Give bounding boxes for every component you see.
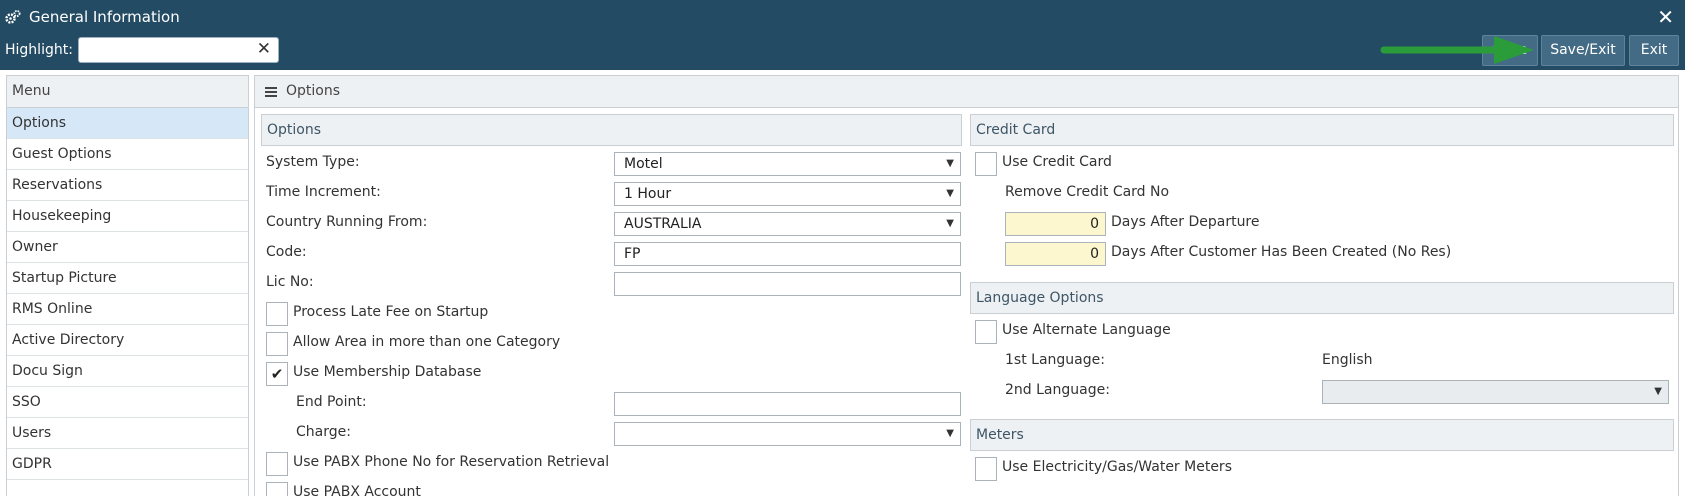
clear-icon[interactable]: ✕: [257, 39, 271, 59]
window-title: General Information: [29, 8, 180, 26]
use-meters-checkbox[interactable]: [975, 457, 997, 481]
sidebar-item-users[interactable]: Users: [7, 418, 248, 449]
remove-credit-card-label: Remove Credit Card No: [1005, 184, 1170, 200]
credit-card-section-header: Credit Card: [970, 114, 1674, 146]
end-point-input[interactable]: [614, 392, 961, 416]
end-point-label: End Point:: [296, 394, 367, 410]
use-credit-card-checkbox[interactable]: [975, 152, 997, 176]
sidebar-menu: Menu Options Guest Options Reservations …: [6, 75, 249, 496]
checkmark-icon: ✔: [270, 365, 284, 383]
exit-button[interactable]: Exit: [1629, 35, 1679, 66]
system-type-value: Motel: [624, 156, 663, 172]
sidebar-item-reservations[interactable]: Reservations: [7, 170, 248, 201]
use-pabx-phone-checkbox[interactable]: [266, 452, 288, 476]
days-after-departure-input[interactable]: 0: [1005, 212, 1106, 236]
days-after-created-label: Days After Customer Has Been Created (No…: [1111, 244, 1452, 260]
highlight-field: ✕: [78, 37, 279, 63]
sidebar-item-housekeeping[interactable]: Housekeeping: [7, 201, 248, 232]
sidebar-item-active-directory[interactable]: Active Directory: [7, 325, 248, 356]
time-increment-label: Time Increment:: [266, 184, 381, 200]
sidebar-item-gdpr[interactable]: GDPR: [7, 449, 248, 480]
second-language-label: 2nd Language:: [1005, 382, 1110, 398]
time-increment-select[interactable]: 1 Hour ▼: [614, 182, 961, 206]
charge-select[interactable]: ▼: [614, 422, 961, 446]
lic-no-input[interactable]: [614, 272, 961, 296]
main-panel: Options Options System Type: Motel ▼ Tim…: [254, 75, 1679, 496]
first-language-value: English: [1322, 352, 1373, 368]
use-alternate-language-checkbox[interactable]: [975, 320, 997, 344]
system-type-label: System Type:: [266, 154, 360, 170]
days-after-created-input[interactable]: 0: [1005, 242, 1106, 266]
use-alternate-language-label: Use Alternate Language: [1002, 322, 1171, 338]
second-language-select[interactable]: ▼: [1322, 380, 1669, 404]
use-pabx-account-label: Use PABX Account: [293, 484, 421, 496]
save-exit-button[interactable]: Save/Exit: [1541, 35, 1625, 66]
dropdown-caret-icon: ▼: [1654, 386, 1662, 397]
dropdown-caret-icon: ▼: [946, 218, 954, 229]
days-after-departure-label: Days After Departure: [1111, 214, 1260, 230]
dropdown-caret-icon: ▼: [946, 188, 954, 199]
use-membership-label: Use Membership Database: [293, 364, 482, 380]
code-label: Code:: [266, 244, 307, 260]
use-pabx-phone-label: Use PABX Phone No for Reservation Retrie…: [293, 454, 610, 470]
use-pabx-account-checkbox[interactable]: [266, 482, 288, 496]
system-type-select[interactable]: Motel ▼: [614, 152, 961, 176]
sidebar-item-startup-picture[interactable]: Startup Picture: [7, 263, 248, 294]
sidebar-item-sso[interactable]: SSO: [7, 387, 248, 418]
dropdown-caret-icon: ▼: [946, 158, 954, 169]
toolbar: Highlight: ✕ Save Save/Exit Exit: [0, 35, 1685, 70]
use-membership-checkbox[interactable]: ✔: [266, 362, 288, 386]
highlight-label: Highlight:: [5, 42, 73, 58]
dropdown-caret-icon: ▼: [946, 428, 954, 439]
charge-label: Charge:: [296, 424, 351, 440]
highlight-input[interactable]: [79, 38, 249, 62]
language-options-section-header: Language Options: [970, 282, 1674, 314]
main-header: Options: [255, 76, 1678, 108]
hamburger-icon[interactable]: [265, 87, 277, 97]
process-late-fee-checkbox[interactable]: [266, 302, 288, 326]
use-credit-card-label: Use Credit Card: [1002, 154, 1112, 170]
close-icon[interactable]: ✕: [1657, 5, 1674, 29]
meters-section-header: Meters: [970, 419, 1674, 451]
allow-area-label: Allow Area in more than one Category: [293, 334, 561, 350]
sidebar-item-docu-sign[interactable]: Docu Sign: [7, 356, 248, 387]
code-input[interactable]: FP: [614, 242, 961, 266]
main-title: Options: [286, 83, 341, 99]
general-information-window: General Information ✕ Highlight: ✕ Save …: [0, 0, 1685, 496]
title-bar: General Information ✕: [0, 0, 1685, 35]
country-value: AUSTRALIA: [624, 216, 702, 232]
gears-icon: [5, 10, 21, 24]
lic-no-label: Lic No:: [266, 274, 314, 290]
save-button[interactable]: Save: [1482, 35, 1538, 66]
sidebar-item-options[interactable]: Options: [7, 108, 248, 139]
time-increment-value: 1 Hour: [624, 186, 672, 202]
sidebar-item-rms-online[interactable]: RMS Online: [7, 294, 248, 325]
allow-area-checkbox[interactable]: [266, 332, 288, 356]
use-meters-label: Use Electricity/Gas/Water Meters: [1002, 459, 1232, 475]
menu-header: Menu: [7, 76, 248, 108]
sidebar-item-guest-options[interactable]: Guest Options: [7, 139, 248, 170]
country-label: Country Running From:: [266, 214, 428, 230]
process-late-fee-label: Process Late Fee on Startup: [293, 304, 489, 320]
country-select[interactable]: AUSTRALIA ▼: [614, 212, 961, 236]
first-language-label: 1st Language:: [1005, 352, 1105, 368]
options-section-header: Options: [261, 114, 962, 146]
sidebar-item-owner[interactable]: Owner: [7, 232, 248, 263]
